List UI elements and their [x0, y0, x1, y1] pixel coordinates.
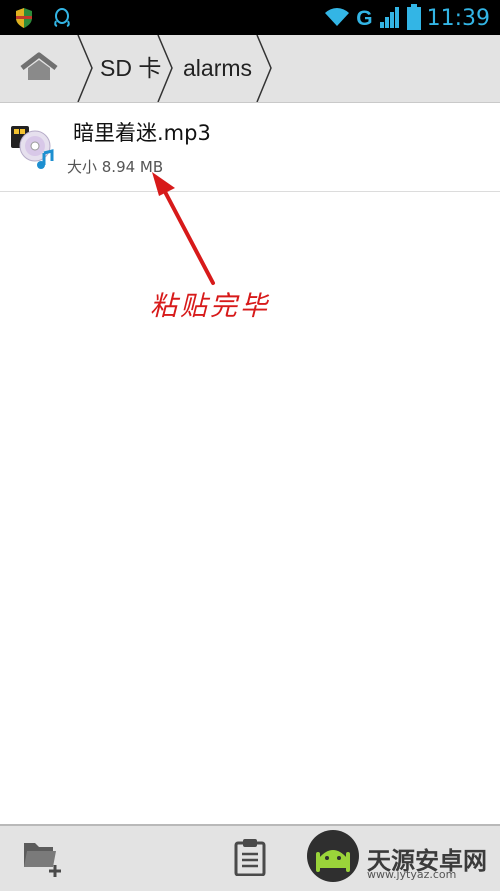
- paste-icon: [234, 838, 266, 880]
- status-left: [14, 7, 72, 33]
- clock: 11:39: [426, 6, 490, 31]
- wifi-icon: [324, 6, 350, 32]
- status-bar: G 11:39: [0, 0, 500, 35]
- breadcrumb-item-alarms[interactable]: alarms: [183, 35, 252, 102]
- shield-icon: [14, 7, 34, 33]
- qq-icon: [52, 7, 72, 33]
- status-right: G 11:39: [324, 4, 490, 34]
- new-folder-button[interactable]: [18, 834, 68, 884]
- home-icon: [20, 52, 58, 86]
- home-button[interactable]: [0, 35, 78, 102]
- battery-icon: [406, 4, 421, 34]
- audio-file-icon: [10, 123, 56, 169]
- file-name: 暗里着迷.mp3: [73, 121, 211, 145]
- new-folder-icon: [21, 837, 65, 881]
- android-logo-icon: [305, 828, 361, 888]
- breadcrumb-item-sd-card[interactable]: SD 卡: [100, 35, 161, 102]
- breadcrumb: SD 卡 alarms: [0, 35, 500, 103]
- network-type: G: [356, 7, 373, 30]
- signal-icon: [379, 5, 401, 33]
- file-size: 大小 8.94 MB: [67, 158, 164, 176]
- paste-button[interactable]: [225, 834, 275, 884]
- watermark: 天源安卓网 www.jytyaz.com: [305, 828, 500, 888]
- file-row[interactable]: 暗里着迷.mp3 大小 8.94 MB: [0, 103, 500, 192]
- annotation-text: 粘贴完毕: [150, 291, 270, 322]
- watermark-url: www.jytyaz.com: [367, 868, 457, 881]
